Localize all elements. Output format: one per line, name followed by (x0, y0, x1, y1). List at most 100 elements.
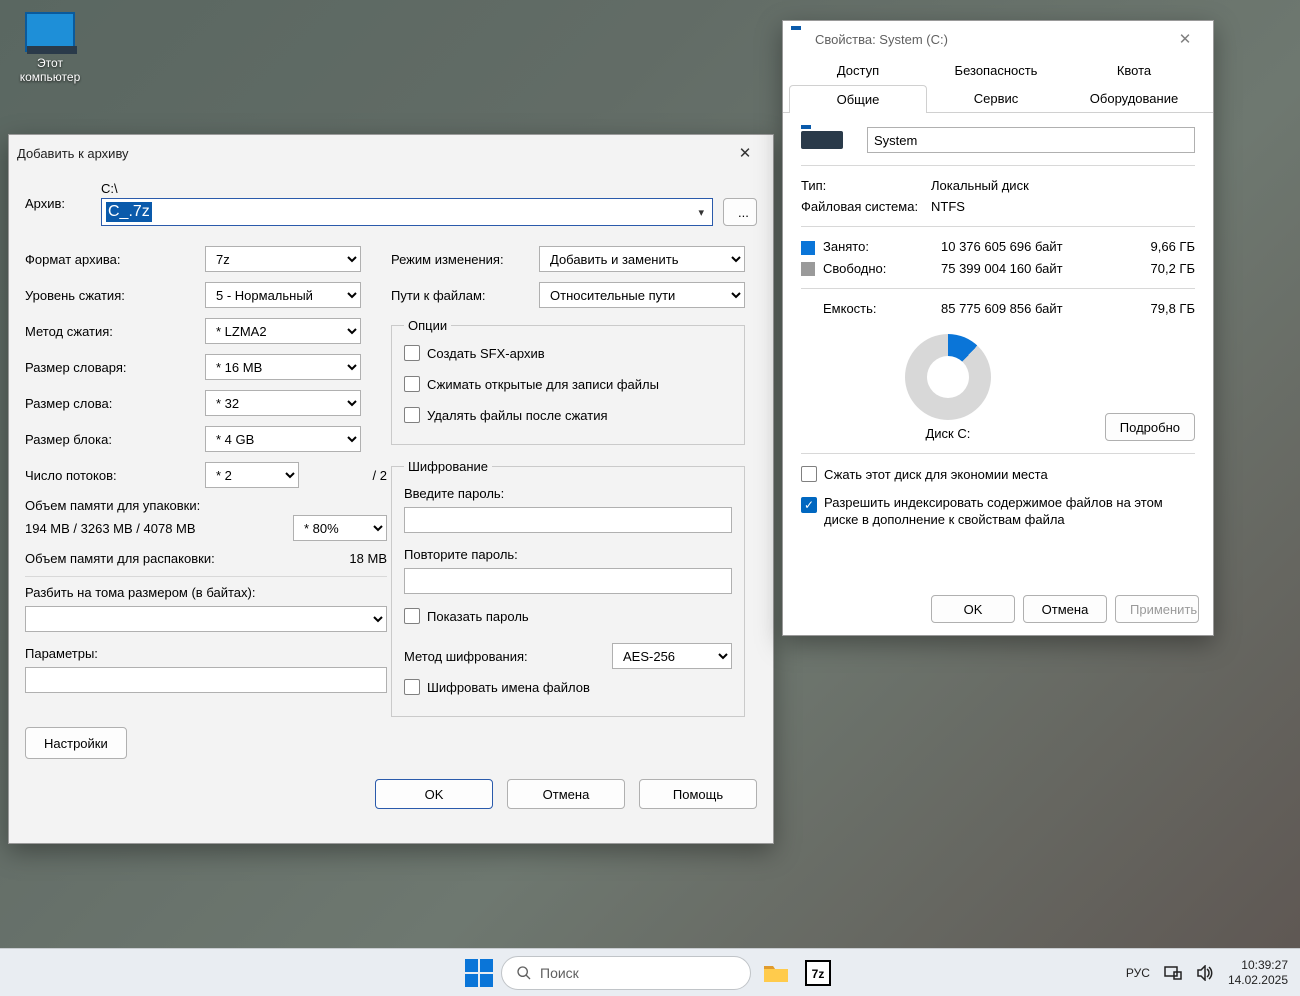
free-color-icon (801, 262, 815, 276)
used-gb: 9,66 ГБ (1125, 239, 1195, 254)
mem-limit-select[interactable]: * 80% (293, 515, 387, 541)
split-select[interactable] (25, 606, 387, 632)
password-label: Введите пароль: (404, 486, 732, 501)
language-indicator[interactable]: РУС (1126, 966, 1150, 980)
archive-label: Архив: (25, 196, 101, 211)
tab-quota[interactable]: Квота (1065, 56, 1203, 84)
ok-button[interactable]: OK (931, 595, 1015, 623)
ok-button[interactable]: OK (375, 779, 493, 809)
monitor-icon (25, 12, 75, 52)
tab-hardware[interactable]: Оборудование (1065, 84, 1203, 112)
used-color-icon (801, 241, 815, 255)
delete-after-checkbox[interactable]: Удалять файлы после сжатия (404, 407, 608, 423)
split-label: Разбить на тома размером (в байтах): (25, 585, 387, 600)
block-label: Размер блока: (25, 432, 205, 447)
mode-label: Режим изменения: (391, 252, 539, 267)
window-7zip-add-archive: Добавить к архиву ✕ Архив: C:\ C_.7z ▾ .… (8, 134, 774, 844)
desktop-icon-this-pc[interactable]: Этот компьютер (10, 12, 90, 84)
mode-select[interactable]: Добавить и заменить (539, 246, 745, 272)
dict-select[interactable]: * 16 MB (205, 354, 361, 380)
capacity-gb: 79,8 ГБ (1125, 301, 1195, 316)
disk-usage-chart (905, 334, 991, 420)
fs-value: NTFS (931, 199, 965, 214)
search-icon (516, 965, 532, 981)
level-select[interactable]: 5 - Нормальный (205, 282, 361, 308)
taskbar: Поиск 7z РУС 10:39:27 14.02.2025 (0, 948, 1300, 996)
mem-unpack-value: 18 MB (349, 551, 387, 566)
clock-date: 14.02.2025 (1228, 973, 1288, 987)
tab-general[interactable]: Общие (789, 85, 927, 113)
tab-security[interactable]: Безопасность (927, 56, 1065, 84)
volume-icon[interactable] (1196, 965, 1214, 981)
block-select[interactable]: * 4 GB (205, 426, 361, 452)
password-input[interactable] (404, 507, 732, 533)
type-value: Локальный диск (931, 178, 1029, 193)
free-bytes: 75 399 004 160 байт (941, 261, 1125, 276)
password2-input[interactable] (404, 568, 732, 594)
sfx-checkbox[interactable]: Создать SFX-архив (404, 345, 545, 361)
params-input[interactable] (25, 667, 387, 693)
svg-text:7z: 7z (812, 967, 825, 981)
threads-label: Число потоков: (25, 468, 205, 483)
tab-access[interactable]: Доступ (789, 56, 927, 84)
browse-button[interactable]: ... (723, 198, 757, 226)
network-icon[interactable] (1164, 965, 1182, 981)
used-bytes: 10 376 605 696 байт (941, 239, 1125, 254)
compress-open-checkbox[interactable]: Сжимать открытые для записи файлы (404, 376, 659, 392)
paths-select[interactable]: Относительные пути (539, 282, 745, 308)
clock[interactable]: 10:39:27 14.02.2025 (1228, 958, 1288, 987)
desktop-icon-label: Этот компьютер (10, 56, 90, 84)
taskbar-7zip-icon[interactable]: 7z (801, 956, 835, 990)
close-icon[interactable]: ✕ (725, 139, 765, 167)
mem-pack-label: Объем памяти для упаковки: (25, 498, 387, 513)
encrypt-names-checkbox[interactable]: Шифровать имена файлов (404, 679, 590, 695)
close-icon[interactable]: ✕ (1165, 25, 1205, 53)
taskbar-explorer-icon[interactable] (759, 956, 793, 990)
params-label: Параметры: (25, 646, 387, 661)
free-label: Свободно: (823, 261, 886, 276)
encryption-fieldset: Шифрование Введите пароль: Повторите пар… (391, 459, 745, 717)
fs-label: Файловая система: (801, 199, 931, 214)
clock-time: 10:39:27 (1228, 958, 1288, 972)
type-label: Тип: (801, 178, 931, 193)
start-button[interactable] (465, 959, 493, 987)
settings-button[interactable]: Настройки (25, 727, 127, 759)
used-label: Занято: (823, 239, 869, 254)
compress-disk-checkbox[interactable]: Сжать этот диск для экономии места (801, 466, 1048, 482)
cancel-button[interactable]: Отмена (1023, 595, 1107, 623)
method-label: Метод сжатия: (25, 324, 205, 339)
drive-icon (801, 131, 843, 149)
enc-method-select[interactable]: AES-256 (612, 643, 732, 669)
password2-label: Повторите пароль: (404, 547, 732, 562)
format-label: Формат архива: (25, 252, 205, 267)
threads-of: / 2 (373, 468, 387, 483)
window-title: Свойства: System (C:) (815, 32, 948, 47)
tab-service[interactable]: Сервис (927, 84, 1065, 112)
cancel-button[interactable]: Отмена (507, 779, 625, 809)
options-legend: Опции (404, 318, 451, 333)
drive-name-input[interactable] (867, 127, 1195, 153)
archive-value: C_.7z (106, 202, 152, 222)
details-button[interactable]: Подробно (1105, 413, 1195, 441)
archive-combo[interactable]: C_.7z ▾ (101, 198, 713, 226)
threads-select[interactable]: * 2 (205, 462, 299, 488)
level-label: Уровень сжатия: (25, 288, 205, 303)
capacity-label: Емкость: (801, 301, 941, 316)
format-select[interactable]: 7z (205, 246, 361, 272)
search-box[interactable]: Поиск (501, 956, 751, 990)
chevron-down-icon: ▾ (694, 206, 708, 219)
titlebar-7zip[interactable]: Добавить к архиву ✕ (9, 135, 773, 171)
show-password-checkbox[interactable]: Показать пароль (404, 608, 529, 624)
word-label: Размер слова: (25, 396, 205, 411)
titlebar-properties[interactable]: Свойства: System (C:) ✕ (783, 21, 1213, 57)
window-title: Добавить к архиву (17, 146, 129, 161)
tabs: Доступ Безопасность Квота Общие Сервис О… (783, 57, 1213, 113)
index-disk-checkbox[interactable]: Разрешить индексировать содержимое файло… (801, 495, 1195, 529)
disk-caption: Диск C: (801, 426, 1095, 441)
method-select[interactable]: * LZMA2 (205, 318, 361, 344)
help-button[interactable]: Помощь (639, 779, 757, 809)
word-select[interactable]: * 32 (205, 390, 361, 416)
enc-method-label: Метод шифрования: (404, 649, 612, 664)
apply-button[interactable]: Применить (1115, 595, 1199, 623)
search-placeholder: Поиск (540, 965, 579, 981)
